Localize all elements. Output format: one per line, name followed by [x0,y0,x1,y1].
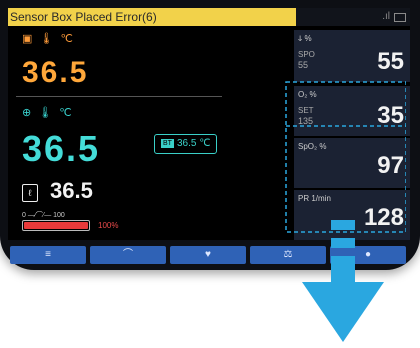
highlight-box [285,81,406,233]
heart-icon: ♥ [205,249,211,260]
menu-icon: ≡ [45,249,51,260]
alarm-banner[interactable]: Sensor Box Placed Error(6) [8,8,296,26]
arrow-head [302,282,384,342]
top-bar: Sensor Box Placed Error(6) .ıl [8,8,410,26]
down-arrow-indicator [302,220,384,342]
trend-button[interactable]: ⌒ [90,246,166,264]
menu-button[interactable]: ≡ [10,246,86,264]
arrow-dash-2 [331,238,355,248]
scale-icon: ⚖ [283,249,293,260]
battery-icon [394,13,406,22]
signal-icon: .ıl [382,11,390,22]
humidity-set-tag: SPO [298,50,315,59]
skin-temp-icons: ▣ 🌡 ℃ [22,33,75,45]
humidity-set-value: 55 [298,60,309,70]
arrow-shaft [331,256,355,282]
trend-icon: ⌒ [123,249,133,260]
status-area: .ıl [296,8,410,26]
humidity-panel[interactable]: ↆ % SPO 55 55 [294,30,410,82]
humidity-label: ↆ % [298,34,312,43]
heart-button[interactable]: ♥ [170,246,246,264]
arrow-dash-1 [331,220,355,230]
humidity-value: 55 [377,48,404,75]
